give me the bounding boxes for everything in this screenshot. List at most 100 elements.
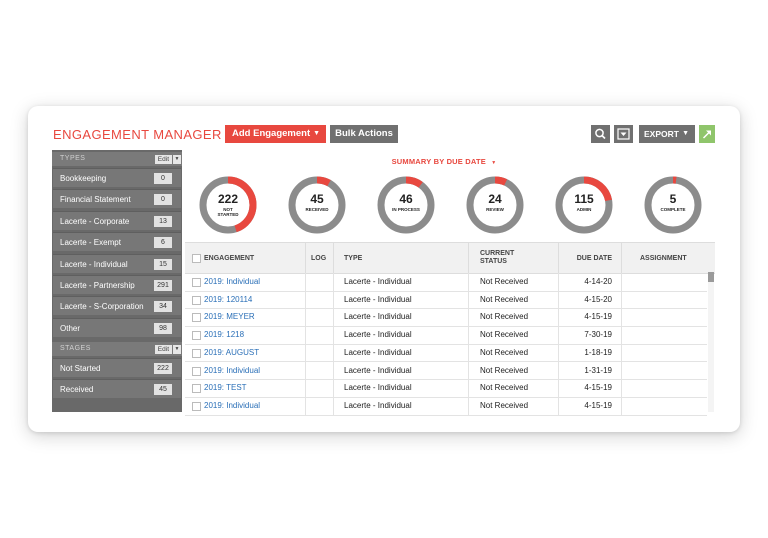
summary-by-due-date-toggle[interactable]: SUMMARY BY DUE DATE ▼ bbox=[185, 157, 703, 166]
engagement-link[interactable]: 2019: TEST bbox=[204, 383, 247, 392]
status-ring[interactable]: 115 ADMIN bbox=[554, 175, 614, 235]
sidebar-item[interactable]: Received 45 bbox=[53, 379, 181, 399]
sidebar-item-label: Bookkeeping bbox=[60, 174, 107, 183]
types-edit-button[interactable]: Edit bbox=[154, 155, 172, 164]
sidebar-item-label: Lacerte - S-Corporation bbox=[60, 302, 144, 312]
sidebar-item[interactable]: Not Started 222 bbox=[53, 358, 181, 377]
sidebar-item[interactable]: Other 98 bbox=[53, 317, 181, 337]
count-badge: 13 bbox=[154, 215, 172, 227]
count-badge: 15 bbox=[154, 258, 172, 270]
caret-down-icon: ▼ bbox=[491, 160, 497, 166]
chevron-down-icon[interactable]: ▼ bbox=[173, 155, 181, 164]
table-row[interactable]: 2019: Individual Lacerte - Individual Not … bbox=[185, 396, 707, 416]
table-header: ENGAGEMENT LOG TYPE CURRENT STATUS DUE D… bbox=[185, 242, 715, 274]
table-row[interactable]: 2019: TEST Lacerte - Individual Not Receiv… bbox=[185, 379, 707, 398]
status-cell: Not Received bbox=[469, 308, 559, 327]
engagement-cell: 2019: Individual bbox=[185, 273, 306, 291]
log-cell bbox=[306, 379, 334, 397]
row-checkbox[interactable] bbox=[192, 331, 201, 341]
engagement-link[interactable]: 2019: MEYER bbox=[204, 312, 255, 321]
log-cell bbox=[306, 361, 334, 380]
sidebar-item-label: Not Started bbox=[60, 364, 101, 373]
search-button[interactable] bbox=[591, 125, 610, 143]
count-badge: 34 bbox=[154, 301, 172, 313]
ring-label: COMPLETE bbox=[660, 207, 686, 212]
row-checkbox[interactable] bbox=[192, 401, 201, 411]
col-due-date[interactable]: DUE DATE bbox=[559, 243, 622, 273]
sidebar-item[interactable]: Lacerte - Corporate 13 bbox=[53, 210, 181, 230]
type-cell: Lacerte - Individual bbox=[334, 273, 469, 291]
table-row[interactable]: 2019: Individual Lacerte - Individual Not … bbox=[185, 361, 707, 381]
col-current-status[interactable]: CURRENT STATUS bbox=[469, 243, 559, 273]
engagement-link[interactable]: 2019: Individual bbox=[204, 366, 260, 375]
assignment-cell bbox=[622, 344, 707, 362]
col-status-label-1: CURRENT bbox=[480, 250, 515, 257]
sidebar-item[interactable]: Lacerte - Individual 15 bbox=[53, 253, 181, 273]
assignment-cell bbox=[622, 308, 707, 326]
engagement-cell: 2019: TEST bbox=[185, 379, 306, 397]
engagement-link[interactable]: 2019: AUGUST bbox=[204, 348, 259, 357]
ring-count: 222 bbox=[217, 192, 239, 206]
caret-down-icon: ▼ bbox=[313, 130, 320, 137]
col-engagement[interactable]: ENGAGEMENT bbox=[185, 243, 306, 273]
engagement-link[interactable]: 2019: 120114 bbox=[204, 295, 252, 304]
count-badge: 0 bbox=[154, 194, 172, 206]
scrollbar-thumb[interactable] bbox=[708, 272, 714, 282]
table-row[interactable]: 2019: AUGUST Lacerte - Individual Not Rece… bbox=[185, 343, 707, 363]
sidebar-item[interactable]: Lacerte - Exempt 6 bbox=[53, 232, 181, 252]
status-cell: Not Received bbox=[469, 343, 559, 362]
select-all-checkbox[interactable] bbox=[192, 254, 201, 263]
engagement-link[interactable]: 2019: Individual bbox=[204, 401, 260, 410]
open-external-button[interactable] bbox=[699, 125, 715, 143]
ring-count: 24 bbox=[488, 192, 502, 206]
sidebar-item[interactable]: Lacerte - S-Corporation 34 bbox=[53, 296, 181, 316]
status-ring[interactable]: 5 COMPLETE bbox=[643, 175, 703, 235]
row-checkbox[interactable] bbox=[192, 366, 201, 376]
add-engagement-button[interactable]: Add Engagement ▼ bbox=[225, 125, 326, 143]
sidebar-item[interactable]: Lacerte - Partnership 291 bbox=[53, 275, 181, 294]
table-row[interactable]: 2019: 1218 Lacerte - Individual Not Receiv… bbox=[185, 326, 707, 345]
count-badge: 45 bbox=[154, 384, 172, 396]
engagement-link[interactable]: 2019: Individual bbox=[204, 277, 260, 286]
col-log[interactable]: LOG bbox=[306, 243, 334, 273]
chevron-down-icon[interactable]: ▼ bbox=[173, 345, 181, 354]
due-date-cell: 4-14-20 bbox=[559, 273, 622, 291]
sidebar-item-label: Received bbox=[60, 385, 94, 395]
row-checkbox[interactable] bbox=[192, 313, 201, 323]
engagement-link[interactable]: 2019: 1218 bbox=[204, 330, 244, 339]
status-ring[interactable]: 46 IN PROCESS bbox=[376, 175, 436, 235]
assignment-cell bbox=[622, 379, 707, 397]
caret-down-icon: ▼ bbox=[682, 130, 689, 137]
row-checkbox[interactable] bbox=[192, 348, 201, 358]
engagement-cell: 2019: Individual bbox=[185, 396, 306, 415]
count-badge: 98 bbox=[154, 322, 172, 334]
ring-count: 115 bbox=[574, 192, 594, 206]
sidebar-item-label: Lacerte - Partnership bbox=[60, 281, 135, 290]
due-date-cell: 1-18-19 bbox=[559, 343, 622, 362]
log-cell bbox=[306, 290, 334, 309]
type-cell: Lacerte - Individual bbox=[334, 343, 469, 362]
row-checkbox[interactable] bbox=[192, 278, 201, 287]
table-scrollbar[interactable] bbox=[708, 272, 714, 412]
filter-button[interactable] bbox=[614, 125, 633, 143]
sidebar-item[interactable]: Financial Statement 0 bbox=[53, 189, 181, 209]
status-ring[interactable]: 45 RECEIVED bbox=[287, 175, 347, 235]
type-cell: Lacerte - Individual bbox=[334, 361, 469, 380]
due-date-cell: 4-15-20 bbox=[559, 290, 622, 309]
bulk-actions-button[interactable]: Bulk Actions bbox=[330, 125, 398, 143]
stages-edit-button[interactable]: Edit bbox=[154, 345, 172, 354]
engagement-manager-panel: ENGAGEMENT MANAGER Add Engagement ▼ Bulk… bbox=[28, 106, 740, 432]
sidebar-item[interactable]: Bookkeeping 0 bbox=[53, 168, 181, 187]
table-row[interactable]: 2019: 120114 Lacerte - Individual Not Rece… bbox=[185, 290, 707, 310]
status-ring[interactable]: 24 REVIEW bbox=[465, 175, 525, 235]
table-row[interactable]: 2019: MEYER Lacerte - Individual Not Recei… bbox=[185, 308, 707, 328]
col-type[interactable]: TYPE bbox=[334, 243, 469, 273]
col-assignment[interactable]: ASSIGNMENT bbox=[622, 243, 715, 273]
status-cell: Not Received bbox=[469, 396, 559, 415]
row-checkbox[interactable] bbox=[192, 384, 201, 394]
table-row[interactable]: 2019: Individual Lacerte - Individual Not … bbox=[185, 273, 707, 292]
status-cell: Not Received bbox=[469, 290, 559, 309]
export-button[interactable]: EXPORT ▼ bbox=[639, 125, 695, 143]
row-checkbox[interactable] bbox=[192, 295, 201, 305]
status-ring[interactable]: 222 NOT STARTED bbox=[198, 175, 258, 235]
